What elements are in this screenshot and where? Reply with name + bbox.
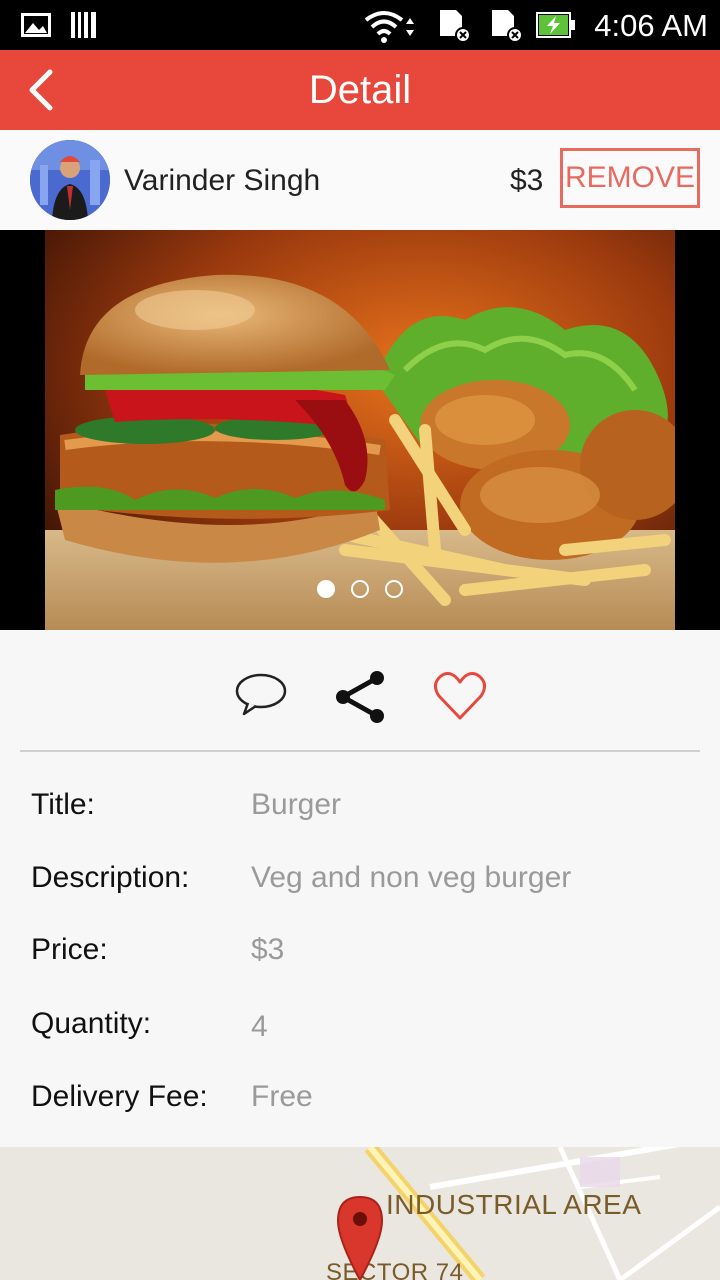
gallery-icon [21,13,51,37]
burger-photo [45,230,675,630]
pager-dot-3[interactable] [385,580,404,598]
barcode-icon [71,12,96,38]
detail-label: Quantity: [31,1007,152,1040]
map-pin-icon[interactable] [336,1195,384,1280]
detail-label: Description: [31,861,190,894]
detail-label: Title: [31,788,95,821]
detail-label: Delivery Fee: [31,1080,208,1113]
sd-card-icon-2 [492,10,523,42]
status-time: 4:06 AM [594,8,708,43]
gallery-pager [0,580,720,603]
comment-icon[interactable] [234,670,288,718]
detail-row-description: Description: Veg and non veg burger [0,861,720,921]
details-list: Title: Burger Description: Veg and non v… [0,752,720,1147]
detail-row-title: Title: Burger [0,788,720,848]
remove-button[interactable]: REMOVE [560,148,700,208]
favorite-heart-icon[interactable] [433,670,487,722]
battery-charging-icon [536,12,575,38]
image-gallery[interactable] [0,230,720,630]
detail-value: $3 [251,933,285,966]
seller-name: Varinder Singh [124,164,321,197]
location-map[interactable]: INDUSTRIAL AREA SECTOR 74 [0,1147,720,1280]
action-bar [0,630,720,750]
detail-row-quantity: Quantity: 4 [0,1007,720,1067]
wifi-icon [364,11,414,43]
detail-value: Burger [251,788,342,821]
detail-value: Free [251,1080,313,1113]
avatar[interactable] [30,140,110,220]
detail-value: 4 [251,1010,268,1043]
status-bar: 4:06 AM [0,0,720,50]
detail-row-price: Price: $3 [0,933,720,993]
sd-card-icon [440,10,471,42]
seller-price: $3 [510,164,544,197]
pager-dot-2[interactable] [351,580,369,598]
share-icon[interactable] [333,670,387,724]
detail-value: Veg and non veg burger [251,861,572,894]
map-label-area: INDUSTRIAL AREA [386,1189,642,1220]
pager-dot-1[interactable] [316,580,335,598]
avatar-photo [30,140,110,220]
detail-row-delivery-fee: Delivery Fee: Free [0,1080,720,1140]
page-title: Detail [308,68,412,112]
detail-label: Price: [31,933,108,966]
seller-row: Varinder Singh $3 REMOVE [0,130,720,230]
app-bar: Detail [0,50,720,130]
